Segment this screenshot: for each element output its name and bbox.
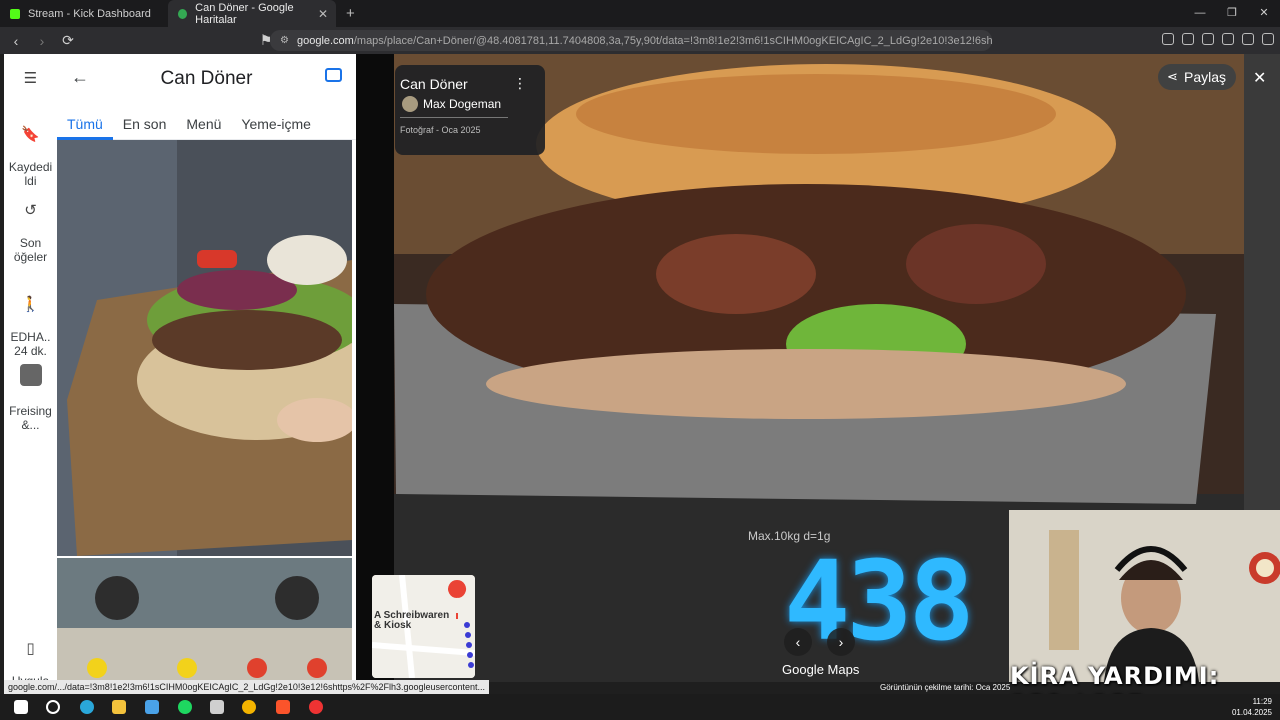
rail-freising[interactable]: Freising &... (4, 350, 57, 432)
obs-icon[interactable] (309, 700, 323, 714)
photo-date: Fotoğraf - Oca 2025 (400, 125, 481, 135)
site-info-icon[interactable]: ⚙ (280, 35, 289, 46)
restore-button[interactable]: ❐ (1216, 0, 1248, 27)
capture-date: Görüntünün çekilme tarihi: Oca 2025 (880, 683, 1011, 692)
address-bar[interactable]: ⚙ google.com/maps/place/Can+Döner/@48.40… (270, 30, 992, 51)
photo-thumbnail-counter[interactable] (57, 558, 352, 682)
downloads-icon[interactable] (1182, 33, 1194, 45)
minimize-button[interactable]: — (1184, 0, 1216, 27)
url-path: /maps/place/Can+Döner/@48.4081781,11.740… (353, 34, 992, 47)
share-label: Paylaş (1184, 69, 1227, 85)
doner-photo (57, 140, 352, 556)
webcam-feed (1009, 510, 1280, 682)
close-tab-icon[interactable]: ✕ (318, 7, 328, 21)
minimap[interactable]: A Schreibwaren & Kiosk (372, 575, 475, 678)
window-controls: — ❐ ✕ (1184, 0, 1280, 27)
bookmark-icon: 🔖 (21, 126, 40, 143)
hamburger-icon: ☰ (23, 70, 38, 87)
streamer-webcam (1009, 510, 1280, 682)
url-text: google.com/maps/place/Can+Döner/@48.4081… (297, 35, 992, 47)
close-viewer-icon[interactable]: ✕ (1253, 68, 1266, 88)
system-clock[interactable]: 11:29 01.04.2025 (1232, 696, 1272, 718)
wallet-icon[interactable] (1222, 33, 1234, 45)
tab-kick-dashboard[interactable]: Stream - Kick Dashboard (0, 0, 168, 27)
rail-saved[interactable]: 🔖 Kaydedi ldi (4, 114, 57, 188)
author-avatar[interactable] (402, 96, 418, 112)
tab-all[interactable]: Tümü (57, 104, 113, 140)
link-preview: google.com/.../data=!3m8!1e2!3m6!1sCIHM0… (4, 680, 490, 694)
scale-reading: 438 (784, 537, 975, 665)
menu-button[interactable]: ☰ (4, 70, 57, 90)
share-button[interactable]: ⋖ Paylaş (1158, 64, 1236, 90)
forward-icon[interactable]: › (32, 33, 52, 49)
brave-icon[interactable] (276, 700, 290, 714)
browser-tab-bar: Stream - Kick Dashboard Can Döner - Goog… (0, 0, 1280, 27)
extension-icons (1162, 33, 1274, 45)
tab-label: Stream - Kick Dashboard (28, 7, 151, 20)
place-thumbnail (19, 364, 42, 386)
google-maps-logo: Google Maps (782, 662, 860, 677)
start-icon[interactable] (14, 700, 28, 714)
minimap-label: A Schreibwaren & Kiosk (374, 610, 450, 631)
menu-icon[interactable] (1262, 33, 1274, 45)
rail-recent-place[interactable]: 🚶 EDHA.. 24 dk. (4, 284, 57, 358)
browser-toolbar: ‹ › ⟳ ⚑ ⚙ google.com/maps/place/Can+Döne… (0, 27, 1280, 54)
info-place-name[interactable]: Can Döner (400, 76, 468, 92)
tab-label: Can Döner - Google Haritalar (195, 1, 294, 26)
photo-author[interactable]: Max Dogeman (423, 97, 501, 111)
panel-title: Can Döner (160, 68, 253, 89)
place-panel: ← Can Döner Tümü En son Menü Yeme-içme (57, 54, 356, 682)
back-icon[interactable]: ‹ (6, 33, 26, 49)
reload-icon[interactable]: ⟳ (58, 32, 78, 49)
share-icon: ⋖ (1167, 69, 1178, 84)
photo-info-card: Can Döner ⋮ Max Dogeman Fotoğraf - Oca 2… (395, 65, 545, 155)
tab-food-drink[interactable]: Yeme-içme (231, 104, 321, 140)
spotify-icon[interactable] (178, 700, 192, 714)
vpn-icon[interactable] (1242, 33, 1254, 45)
tab-latest[interactable]: En son (113, 104, 177, 140)
rail-recent[interactable]: ↺ Son öğeler (4, 190, 57, 264)
chrome-icon[interactable] (242, 700, 256, 714)
clock-date: 01.04.2025 (1231, 708, 1272, 717)
edge-icon[interactable] (80, 700, 94, 714)
walking-icon: 🚶 (21, 296, 40, 313)
kick-icon (10, 8, 20, 19)
phone-icon: ▯ (26, 640, 35, 657)
rail-saved-label: Kaydedi ldi (8, 160, 53, 188)
counter-photo (57, 558, 352, 682)
photo-thumbnail-doner[interactable] (57, 140, 352, 556)
windows-taskbar: 11:29 01.04.2025 (0, 694, 1280, 720)
tab-google-maps[interactable]: Can Döner - Google Haritalar ✕ (168, 0, 336, 27)
previous-photo-button[interactable]: ‹ (784, 628, 812, 656)
panel-header: ← Can Döner (57, 54, 356, 104)
maps-rail: ☰ 🔖 Kaydedi ldi ↺ Son öğeler 🚶 EDHA.. 24… (4, 54, 57, 702)
close-window-button[interactable]: ✕ (1248, 0, 1280, 27)
divider (400, 117, 508, 118)
tab-menu[interactable]: Menü (176, 104, 231, 140)
photo-tabs: Tümü En son Menü Yeme-içme (57, 104, 356, 140)
app-icon[interactable] (145, 700, 159, 714)
rail-freising-label: Freising &... (9, 404, 52, 432)
maps-icon (178, 8, 188, 19)
new-tab-button[interactable]: + (346, 5, 355, 22)
rail-recent-label: Son öğeler (13, 236, 48, 264)
more-options-icon[interactable]: ⋮ (513, 75, 527, 92)
sidebar-icon[interactable] (1202, 33, 1214, 45)
extensions-icon[interactable] (1162, 33, 1174, 45)
clock-time: 11:29 (1252, 697, 1272, 706)
calculator-icon[interactable] (210, 700, 224, 714)
url-host: google.com (296, 34, 354, 47)
search-icon[interactable] (46, 700, 60, 714)
file-explorer-icon[interactable] (112, 700, 126, 714)
add-photo-icon[interactable] (325, 68, 342, 82)
next-photo-button[interactable]: › (827, 628, 855, 656)
history-icon: ↺ (24, 202, 37, 219)
